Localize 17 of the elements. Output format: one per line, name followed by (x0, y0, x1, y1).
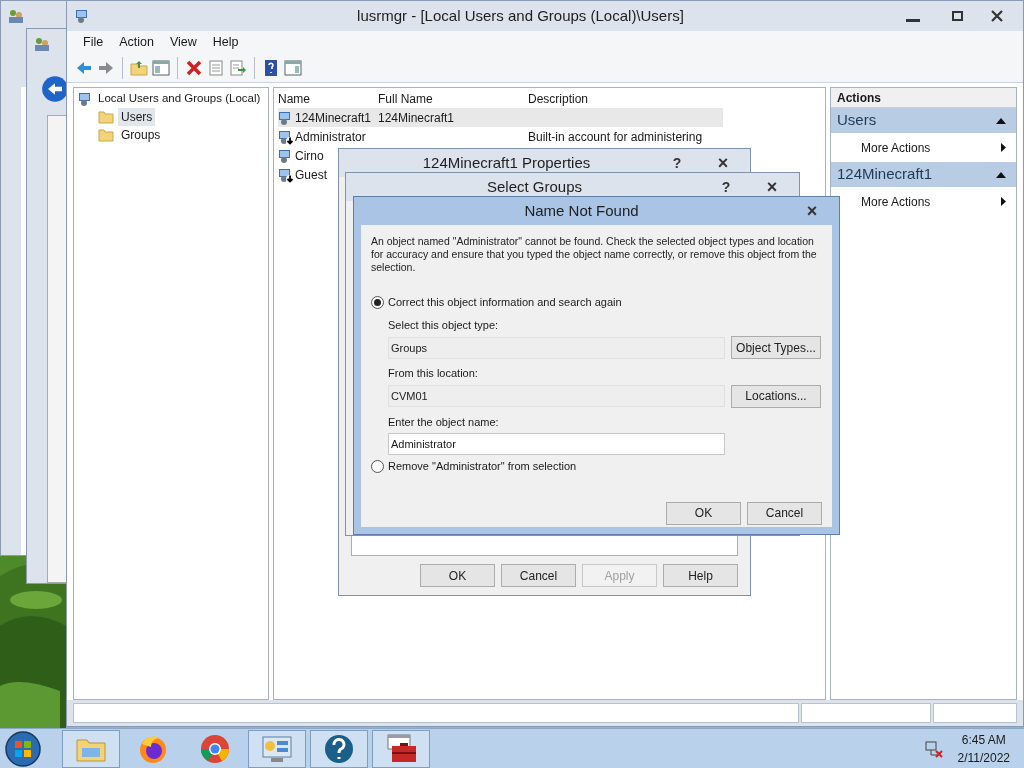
dialog-title: Name Not Found (523, 200, 640, 221)
user-name: Cirno (295, 147, 324, 165)
option-label: Remove "Administrator" from selection (388, 459, 577, 474)
user-name: 124Minecraft1 (295, 109, 372, 127)
actions-header: Actions (831, 88, 1016, 108)
dialog-title: 124Minecraft1 Properties (421, 152, 592, 173)
window-title: lusrmgr - [Local Users and Groups (Local)\Users] (356, 5, 685, 26)
field-label: Select this object type: (388, 317, 500, 333)
field-label: From this location: (388, 366, 479, 381)
description: Built-in account for administering (528, 129, 703, 144)
user-name: Administrator (295, 128, 366, 146)
dialog-title: Select Groups (485, 176, 583, 197)
field-label: Enter the object name: (388, 414, 500, 430)
user-name: Guest (295, 166, 327, 184)
option-label: Correct this object information and search again (388, 295, 622, 310)
full-name: 124Minecraft1 (378, 110, 455, 125)
error-message: An object named "Administrator" cannot be found. Check the selected object types and location for accuracy and ensure that you typed the object name correctly, or remove this object from the selection. (371, 235, 818, 274)
